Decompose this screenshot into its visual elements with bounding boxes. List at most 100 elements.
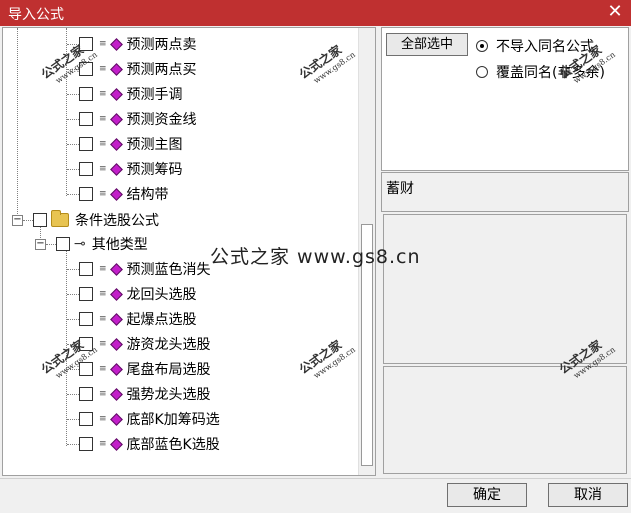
tree-subgroup-other[interactable]: ⊸ 其他类型 <box>56 233 148 255</box>
item-label: 尾盘布局选股 <box>126 362 211 378</box>
formula-type-icon: ≡ <box>99 88 107 99</box>
formula-type-icon: ≡ <box>99 313 107 324</box>
tree-item[interactable]: ≡ 预测手调 <box>79 83 183 105</box>
formula-icon <box>109 437 123 451</box>
formula-icon <box>109 412 123 426</box>
formula-icon <box>109 287 123 301</box>
item-checkbox[interactable] <box>79 437 93 451</box>
watermark-center: 公式之家 www.gs8.cn <box>210 246 421 268</box>
formula-icon <box>109 62 123 76</box>
divider <box>0 478 631 479</box>
cancel-button[interactable]: 取消 <box>548 483 628 507</box>
radio-dot-selected[interactable] <box>476 40 488 52</box>
formula-icon <box>109 387 123 401</box>
formula-type-icon: ≡ <box>99 413 107 424</box>
formula-type-icon: ≡ <box>99 338 107 349</box>
group-expander[interactable]: − <box>12 215 23 226</box>
radio-dot[interactable] <box>476 66 488 78</box>
item-checkbox[interactable] <box>79 387 93 401</box>
formula-detail-box[interactable] <box>383 366 627 474</box>
tree-item[interactable]: ≡ 预测资金线 <box>79 108 197 130</box>
window-title: 导入公式 <box>8 7 64 23</box>
tree-item[interactable]: ≡ 强势龙头选股 <box>79 383 211 405</box>
tree-connector <box>67 444 79 445</box>
item-label: 预测手调 <box>126 87 183 103</box>
item-checkbox[interactable] <box>79 162 93 176</box>
item-label: 底部K加筹码选 <box>126 412 220 428</box>
close-icon[interactable]: ✕ <box>605 2 625 22</box>
tree-item[interactable]: ≡ 底部蓝色K选股 <box>79 433 220 455</box>
item-label: 预测两点买 <box>126 62 197 78</box>
tree-connector <box>67 419 79 420</box>
item-label: 游资龙头选股 <box>126 337 211 353</box>
tree-item[interactable]: ≡ 起爆点选股 <box>79 308 197 330</box>
formula-type-icon: ≡ <box>99 263 107 274</box>
subgroup-label: 其他类型 <box>91 237 148 253</box>
item-checkbox[interactable] <box>79 87 93 101</box>
tree-connector <box>67 269 79 270</box>
tree-connector <box>46 244 56 245</box>
item-label: 预测资金线 <box>126 112 197 128</box>
item-label: 起爆点选股 <box>126 312 197 328</box>
formula-icon <box>109 137 123 151</box>
group-checkbox[interactable] <box>33 213 47 227</box>
subgroup-expander[interactable]: − <box>35 239 46 250</box>
formula-name-box: 蓄财 <box>381 172 629 212</box>
item-checkbox[interactable] <box>79 112 93 126</box>
formula-type-icon: ≡ <box>99 163 107 174</box>
tree-connector <box>67 319 79 320</box>
formula-icon <box>109 112 123 126</box>
formula-icon <box>109 337 123 351</box>
tree-connector <box>67 194 79 195</box>
tree-item[interactable]: ≡ 尾盘布局选股 <box>79 358 211 380</box>
item-checkbox[interactable] <box>79 262 93 276</box>
tree-connector <box>67 119 79 120</box>
item-label: 龙回头选股 <box>126 287 197 303</box>
formula-type-icon: ≡ <box>99 363 107 374</box>
formula-type-icon: ≡ <box>99 113 107 124</box>
title-bar: 导入公式 ✕ <box>0 0 631 26</box>
ok-button[interactable]: 确定 <box>447 483 527 507</box>
tree-item[interactable]: ≡ 预测两点买 <box>79 58 197 80</box>
tree-connector <box>67 144 79 145</box>
formula-type-icon: ≡ <box>99 138 107 149</box>
tree-connector <box>67 394 79 395</box>
item-checkbox[interactable] <box>79 187 93 201</box>
formula-icon <box>109 262 123 276</box>
tree-item[interactable]: ≡ 预测蓝色消失 <box>79 258 211 280</box>
select-all-button[interactable]: 全部选中 <box>386 33 468 56</box>
item-checkbox[interactable] <box>79 287 93 301</box>
item-checkbox[interactable] <box>79 137 93 151</box>
tree-item[interactable]: ≡ 龙回头选股 <box>79 283 197 305</box>
subgroup-checkbox[interactable] <box>56 237 70 251</box>
formula-type-icon: ≡ <box>99 188 107 199</box>
formula-icon <box>109 37 123 51</box>
tree-item[interactable]: ≡ 预测主图 <box>79 133 183 155</box>
formula-type-icon: ≡ <box>99 38 107 49</box>
tree-item[interactable]: ≡ 底部K加筹码选 <box>79 408 220 430</box>
group-label: 条件选股公式 <box>75 213 159 229</box>
tree-connector <box>67 94 79 95</box>
formula-type-icon: ≡ <box>99 438 107 449</box>
formula-icon <box>109 362 123 376</box>
item-label: 结构带 <box>126 187 169 203</box>
tree-connector <box>67 169 79 170</box>
tree-connector <box>17 28 18 220</box>
item-checkbox[interactable] <box>79 412 93 426</box>
tree-connector <box>23 220 33 221</box>
formula-icon <box>109 162 123 176</box>
tree-connector <box>67 294 79 295</box>
tree-item[interactable]: ≡ 预测两点卖 <box>79 33 197 55</box>
item-checkbox[interactable] <box>79 312 93 326</box>
item-label: 强势龙头选股 <box>126 387 211 403</box>
tree-group-condition[interactable]: 条件选股公式 <box>33 209 159 231</box>
formula-icon <box>109 87 123 101</box>
tree-item[interactable]: ≡ 结构带 <box>79 183 169 205</box>
formula-type-icon: ≡ <box>99 388 107 399</box>
item-label: 预测主图 <box>126 137 183 153</box>
tree-item[interactable]: ≡ 预测筹码 <box>79 158 183 180</box>
item-label: 预测筹码 <box>126 162 183 178</box>
item-label: 预测两点卖 <box>126 37 197 53</box>
item-label: 预测蓝色消失 <box>126 262 211 278</box>
formula-type-icon: ≡ <box>99 63 107 74</box>
